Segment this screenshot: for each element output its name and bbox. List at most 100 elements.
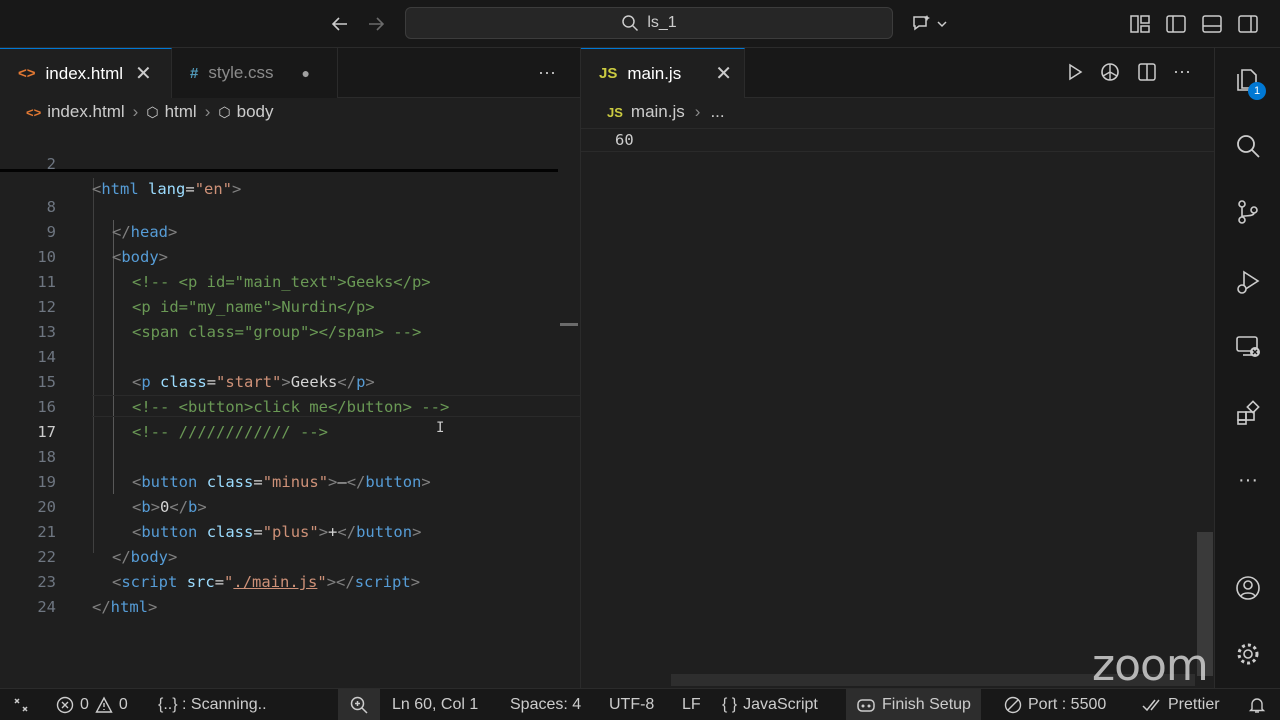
settings-gear-icon[interactable] — [1232, 638, 1264, 670]
text-cursor-icon: I — [436, 420, 445, 436]
no-entry-icon — [1004, 696, 1022, 714]
encoding[interactable]: UTF-8 — [609, 689, 654, 720]
language-mode[interactable]: { } JavaScript — [722, 689, 818, 720]
run-icon[interactable] — [1065, 62, 1085, 85]
activity-bar: 1 ··· — [1214, 48, 1280, 688]
chevron-right-icon: › — [204, 102, 211, 121]
toggle-primary-sidebar-icon[interactable] — [1164, 12, 1188, 36]
code-line: 19 <b>0</b> — [37, 473, 207, 516]
scanning-status[interactable]: {..} : Scanning.. — [158, 689, 267, 720]
openai-icon[interactable] — [1099, 61, 1121, 86]
search-icon[interactable] — [1232, 130, 1264, 162]
code-line: 9 <body> — [46, 223, 169, 266]
code-line: 24 — [37, 598, 56, 616]
css-file-icon: # — [190, 64, 199, 82]
sticky-scroll-shadow — [0, 169, 558, 172]
status-bar: 0 0 {..} : Scanning.. Ln 60, Col 1 Space… — [0, 688, 1280, 720]
right-editor-tabs: JS main.js ✕ ··· — [581, 48, 1215, 98]
tab-label: main.js — [627, 63, 682, 83]
html-file-icon: <> — [18, 65, 36, 82]
toggle-panel-icon[interactable] — [1200, 12, 1224, 36]
toggle-secondary-sidebar-icon[interactable] — [1236, 12, 1260, 36]
js-file-icon: JS — [599, 65, 618, 82]
end-of-line[interactable]: LF — [682, 689, 701, 720]
more-icon[interactable]: ··· — [1232, 464, 1264, 496]
breadcrumb: <> index.html › ⬡ html › ⬡ body — [0, 98, 580, 126]
code-line: 14 <p class="start">Geeks</p> — [37, 348, 375, 391]
prettier-status[interactable]: Prettier — [1142, 689, 1220, 720]
code-line: 10 <!-- <p id="main_text">Geeks</p> — [37, 248, 431, 291]
sticky-line: 3 <head> — [0, 146, 580, 166]
close-icon[interactable]: ✕ — [715, 61, 732, 86]
tab-main-js[interactable]: JS main.js ✕ — [581, 48, 745, 98]
copilot-icon — [856, 696, 876, 714]
left-editor-tabs: <> index.html ✕ # style.css ● ··· — [0, 48, 580, 98]
tab-index-html[interactable]: <> index.html ✕ — [0, 48, 172, 98]
remote-explorer-icon[interactable] — [1232, 330, 1264, 362]
current-line-highlight — [581, 128, 1215, 152]
run-debug-icon[interactable] — [1232, 266, 1264, 298]
code-line-current: 17 — [37, 423, 56, 441]
explorer-badge: 1 — [1248, 82, 1266, 100]
problems-indicator[interactable]: 0 0 — [56, 689, 128, 720]
right-editor-group: JS main.js ✕ ··· JS main.js › ... 60 — [580, 48, 1215, 688]
zoom-in-icon[interactable] — [338, 689, 380, 720]
braces-icon: { } — [722, 696, 738, 713]
breadcrumb-item[interactable]: ... — [710, 102, 724, 122]
warning-icon — [95, 696, 113, 714]
code-line: 13 — [37, 323, 56, 341]
html-file-icon: <> — [26, 104, 42, 120]
command-center-search[interactable]: ls_1 — [405, 7, 893, 39]
line-number: 60 — [615, 131, 634, 149]
code-line: 20 <button class="plus">+</button> — [37, 498, 422, 541]
code-line: 12 <span class="group"></span> --> — [37, 298, 422, 341]
indentation[interactable]: Spaces: 4 — [510, 689, 581, 720]
copilot-icon[interactable] — [910, 12, 934, 36]
search-icon — [622, 15, 639, 32]
search-text: ls_1 — [647, 14, 677, 31]
chevron-right-icon: › — [694, 102, 701, 121]
double-check-icon — [1142, 697, 1162, 713]
title-bar: ls_1 — [0, 0, 1280, 48]
customize-layout-icon[interactable] — [1128, 12, 1152, 36]
more-actions-icon[interactable]: ··· — [538, 62, 556, 83]
zoom-watermark: zoom — [1092, 640, 1209, 691]
remote-indicator-icon[interactable] — [12, 689, 30, 720]
element-icon: ⬡ — [146, 103, 159, 120]
html-editor[interactable]: 2 <html lang="en"> 3 <head> 8 </head> 9 … — [0, 126, 580, 688]
chevron-right-icon: › — [132, 102, 139, 121]
back-arrow-icon[interactable] — [326, 10, 354, 38]
code-line: 15 <!-- <button>click me</button> --> — [37, 373, 450, 416]
forward-arrow-icon[interactable] — [362, 10, 390, 38]
element-icon: ⬡ — [218, 103, 231, 120]
code-line: 21 </body> — [37, 523, 178, 566]
code-line: 22 <script src="./main.js"></script> — [37, 548, 421, 591]
notifications-bell-icon[interactable] — [1248, 689, 1266, 720]
js-file-icon: JS — [607, 104, 623, 120]
breadcrumb-item[interactable]: body — [237, 102, 274, 122]
code-line: 23 </html> — [37, 573, 158, 616]
tab-label: index.html — [45, 63, 124, 83]
more-actions-icon[interactable]: ··· — [1173, 61, 1191, 82]
overview-ruler-mark — [560, 323, 578, 326]
unsaved-dot-icon[interactable]: ● — [302, 65, 310, 81]
extensions-icon[interactable] — [1232, 398, 1264, 430]
code-line: 11 <p id="my_name">Nurdin</p> — [37, 273, 375, 316]
chevron-down-icon[interactable] — [934, 12, 950, 36]
breadcrumb-item[interactable]: html — [165, 102, 197, 122]
source-control-icon[interactable] — [1232, 196, 1264, 228]
accounts-icon[interactable] — [1232, 572, 1264, 604]
close-icon[interactable]: ✕ — [135, 61, 152, 86]
finish-setup-button[interactable]: Finish Setup — [846, 689, 981, 720]
breadcrumb-item[interactable]: main.js — [631, 102, 685, 122]
code-line: 8 </head> — [46, 198, 178, 241]
cursor-position[interactable]: Ln 60, Col 1 — [392, 689, 478, 720]
live-server-port[interactable]: Port : 5500 — [1004, 689, 1106, 720]
breadcrumb-item[interactable]: index.html — [47, 102, 124, 122]
code-line: 18 <button class="minus">–</button> — [37, 448, 431, 491]
code-line: 16 <!-- //////////// --> — [37, 398, 328, 441]
tab-style-css[interactable]: # style.css ● — [172, 48, 338, 98]
breadcrumb: JS main.js › ... — [607, 98, 725, 126]
error-icon — [56, 696, 74, 714]
split-editor-icon[interactable] — [1137, 62, 1157, 85]
